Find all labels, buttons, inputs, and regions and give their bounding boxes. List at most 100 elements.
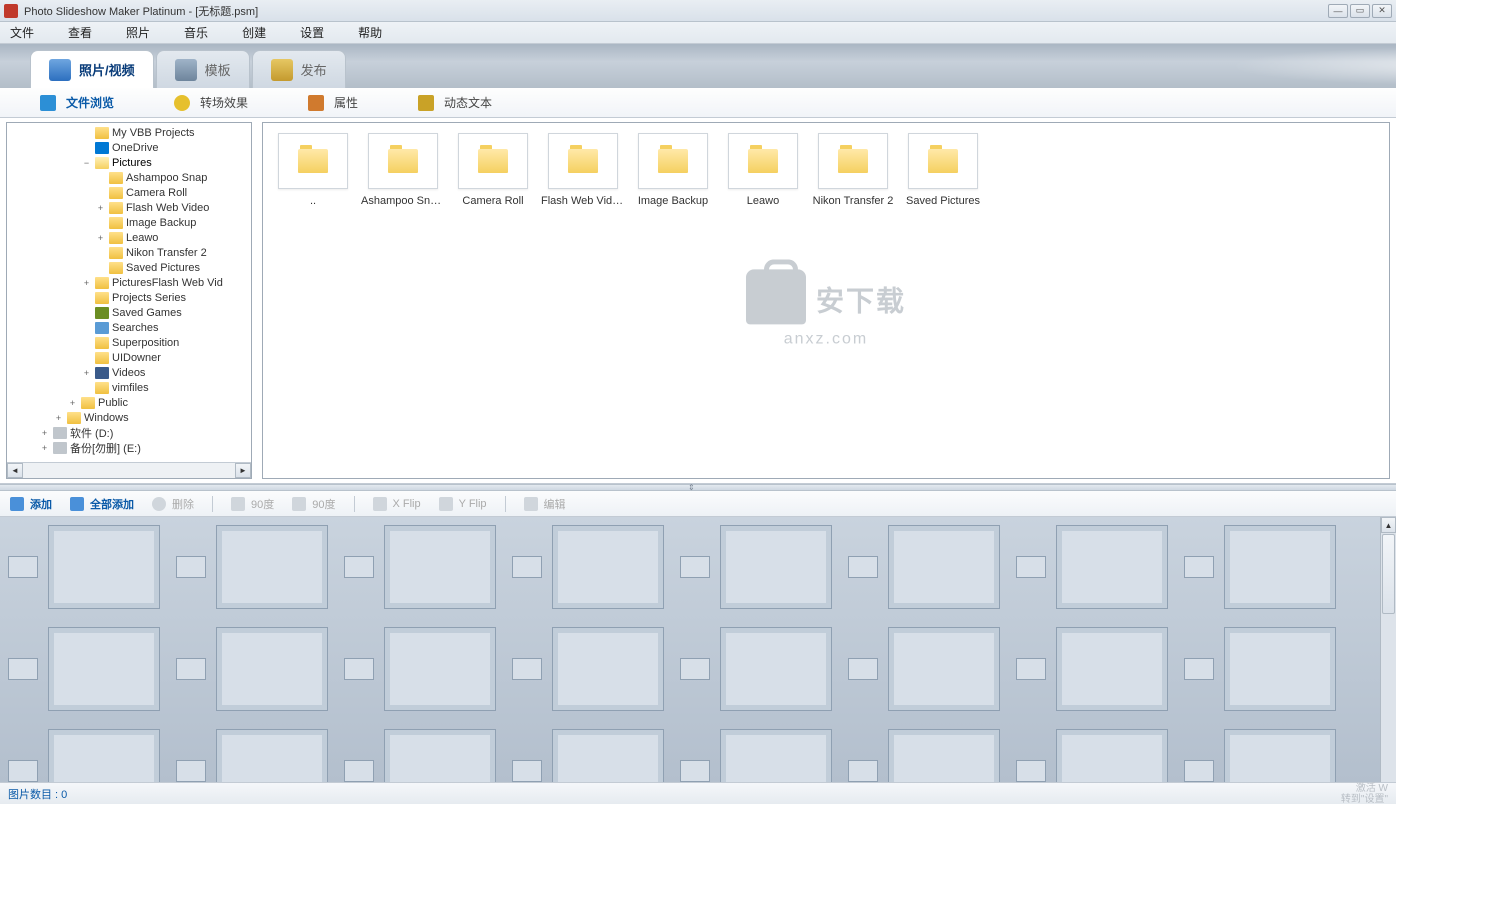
tree-item[interactable]: Image Backup bbox=[7, 215, 251, 230]
folder-item[interactable]: Image Backup bbox=[633, 133, 713, 207]
menu-view[interactable]: 查看 bbox=[68, 24, 92, 41]
photo-slot[interactable] bbox=[1056, 627, 1168, 711]
transition-slot[interactable] bbox=[1016, 658, 1046, 680]
menu-file[interactable]: 文件 bbox=[10, 24, 34, 41]
maximize-button[interactable]: ▭ bbox=[1350, 4, 1370, 18]
timeline-cell[interactable] bbox=[1184, 627, 1336, 711]
tree-item[interactable]: Camera Roll bbox=[7, 185, 251, 200]
transition-slot[interactable] bbox=[848, 556, 878, 578]
timeline-cell[interactable] bbox=[680, 729, 832, 782]
photo-slot[interactable] bbox=[720, 627, 832, 711]
tab-template[interactable]: 模板 bbox=[156, 50, 250, 88]
tab-photo-video[interactable]: 照片/视频 bbox=[30, 50, 154, 88]
transition-slot[interactable] bbox=[680, 556, 710, 578]
photo-slot[interactable] bbox=[888, 627, 1000, 711]
tree-item[interactable]: −Pictures bbox=[7, 155, 251, 170]
expand-toggle[interactable]: + bbox=[95, 203, 106, 213]
menu-create[interactable]: 创建 bbox=[242, 24, 266, 41]
expand-toggle[interactable]: + bbox=[81, 368, 92, 378]
expand-toggle[interactable]: + bbox=[39, 443, 50, 453]
tree-h-scrollbar[interactable]: ◄ ► bbox=[7, 462, 251, 478]
transition-slot[interactable] bbox=[512, 658, 542, 680]
transition-slot[interactable] bbox=[8, 658, 38, 680]
tree-item[interactable]: UIDowner bbox=[7, 350, 251, 365]
timeline-cell[interactable] bbox=[1016, 729, 1168, 782]
folder-item[interactable]: Nikon Transfer 2 bbox=[813, 133, 893, 207]
transition-slot[interactable] bbox=[8, 556, 38, 578]
subtab-attributes[interactable]: 属性 bbox=[308, 94, 358, 111]
tree-item[interactable]: OneDrive bbox=[7, 140, 251, 155]
transition-slot[interactable] bbox=[176, 760, 206, 782]
timeline-cell[interactable] bbox=[344, 627, 496, 711]
timeline-cell[interactable] bbox=[848, 729, 1000, 782]
photo-slot[interactable] bbox=[1224, 525, 1336, 609]
timeline-cell[interactable] bbox=[8, 525, 160, 609]
horizontal-splitter[interactable]: ⇕ bbox=[0, 484, 1396, 491]
photo-slot[interactable] bbox=[888, 525, 1000, 609]
transition-slot[interactable] bbox=[848, 658, 878, 680]
photo-slot[interactable] bbox=[552, 627, 664, 711]
photo-slot[interactable] bbox=[48, 525, 160, 609]
menu-photo[interactable]: 照片 bbox=[126, 24, 150, 41]
transition-slot[interactable] bbox=[1184, 556, 1214, 578]
tree-item[interactable]: +PicturesFlash Web Vid bbox=[7, 275, 251, 290]
rotate-left-button[interactable]: 90度 bbox=[231, 496, 274, 512]
photo-slot[interactable] bbox=[384, 627, 496, 711]
menu-music[interactable]: 音乐 bbox=[184, 24, 208, 41]
tree-item[interactable]: +Flash Web Video bbox=[7, 200, 251, 215]
transition-slot[interactable] bbox=[176, 658, 206, 680]
timeline-cell[interactable] bbox=[848, 627, 1000, 711]
transition-slot[interactable] bbox=[1016, 556, 1046, 578]
timeline-cell[interactable] bbox=[1184, 525, 1336, 609]
yflip-button[interactable]: Y Flip bbox=[439, 497, 487, 511]
xflip-button[interactable]: X Flip bbox=[373, 497, 421, 511]
tree-item[interactable]: Ashampoo Snap bbox=[7, 170, 251, 185]
scroll-left-button[interactable]: ◄ bbox=[7, 463, 23, 478]
photo-slot[interactable] bbox=[552, 525, 664, 609]
transition-slot[interactable] bbox=[344, 556, 374, 578]
folder-item[interactable]: Flash Web Vide... bbox=[543, 133, 623, 207]
photo-slot[interactable] bbox=[720, 525, 832, 609]
photo-slot[interactable] bbox=[384, 729, 496, 782]
photo-slot[interactable] bbox=[216, 627, 328, 711]
folder-item[interactable]: Leawo bbox=[723, 133, 803, 207]
expand-toggle[interactable]: + bbox=[81, 278, 92, 288]
timeline-cell[interactable] bbox=[344, 729, 496, 782]
folder-item[interactable]: Ashampoo Sna... bbox=[363, 133, 443, 207]
timeline-cell[interactable] bbox=[512, 729, 664, 782]
transition-slot[interactable] bbox=[344, 760, 374, 782]
timeline-cell[interactable] bbox=[176, 627, 328, 711]
delete-button[interactable]: 删除 bbox=[152, 496, 194, 512]
folder-item[interactable]: Camera Roll bbox=[453, 133, 533, 207]
photo-slot[interactable] bbox=[384, 525, 496, 609]
timeline-cell[interactable] bbox=[8, 627, 160, 711]
tree-item[interactable]: My VBB Projects bbox=[7, 125, 251, 140]
scroll-track[interactable] bbox=[23, 463, 235, 478]
timeline[interactable]: ▲ bbox=[0, 517, 1396, 782]
timeline-cell[interactable] bbox=[512, 627, 664, 711]
tree-item[interactable]: +Videos bbox=[7, 365, 251, 380]
subtab-browse[interactable]: 文件浏览 bbox=[40, 94, 114, 111]
photo-slot[interactable] bbox=[1056, 729, 1168, 782]
photo-slot[interactable] bbox=[48, 729, 160, 782]
tree-item[interactable]: Searches bbox=[7, 320, 251, 335]
photo-slot[interactable] bbox=[1224, 729, 1336, 782]
tree-item[interactable]: Nikon Transfer 2 bbox=[7, 245, 251, 260]
expand-toggle[interactable]: + bbox=[53, 413, 64, 423]
transition-slot[interactable] bbox=[1184, 760, 1214, 782]
timeline-cell[interactable] bbox=[512, 525, 664, 609]
rotate-right-button[interactable]: 90度 bbox=[292, 496, 335, 512]
tree-item[interactable]: +Public bbox=[7, 395, 251, 410]
photo-slot[interactable] bbox=[720, 729, 832, 782]
timeline-cell[interactable] bbox=[176, 729, 328, 782]
timeline-cell[interactable] bbox=[1016, 525, 1168, 609]
timeline-cell[interactable] bbox=[176, 525, 328, 609]
expand-toggle[interactable]: + bbox=[39, 428, 50, 438]
photo-slot[interactable] bbox=[216, 729, 328, 782]
timeline-cell[interactable] bbox=[680, 525, 832, 609]
timeline-cell[interactable] bbox=[1184, 729, 1336, 782]
folder-item[interactable]: Saved Pictures bbox=[903, 133, 983, 207]
folder-tree[interactable]: My VBB ProjectsOneDrive−PicturesAshampoo… bbox=[6, 122, 252, 479]
tree-item[interactable]: +Windows bbox=[7, 410, 251, 425]
subtab-dynamic-text[interactable]: 动态文本 bbox=[418, 94, 492, 111]
